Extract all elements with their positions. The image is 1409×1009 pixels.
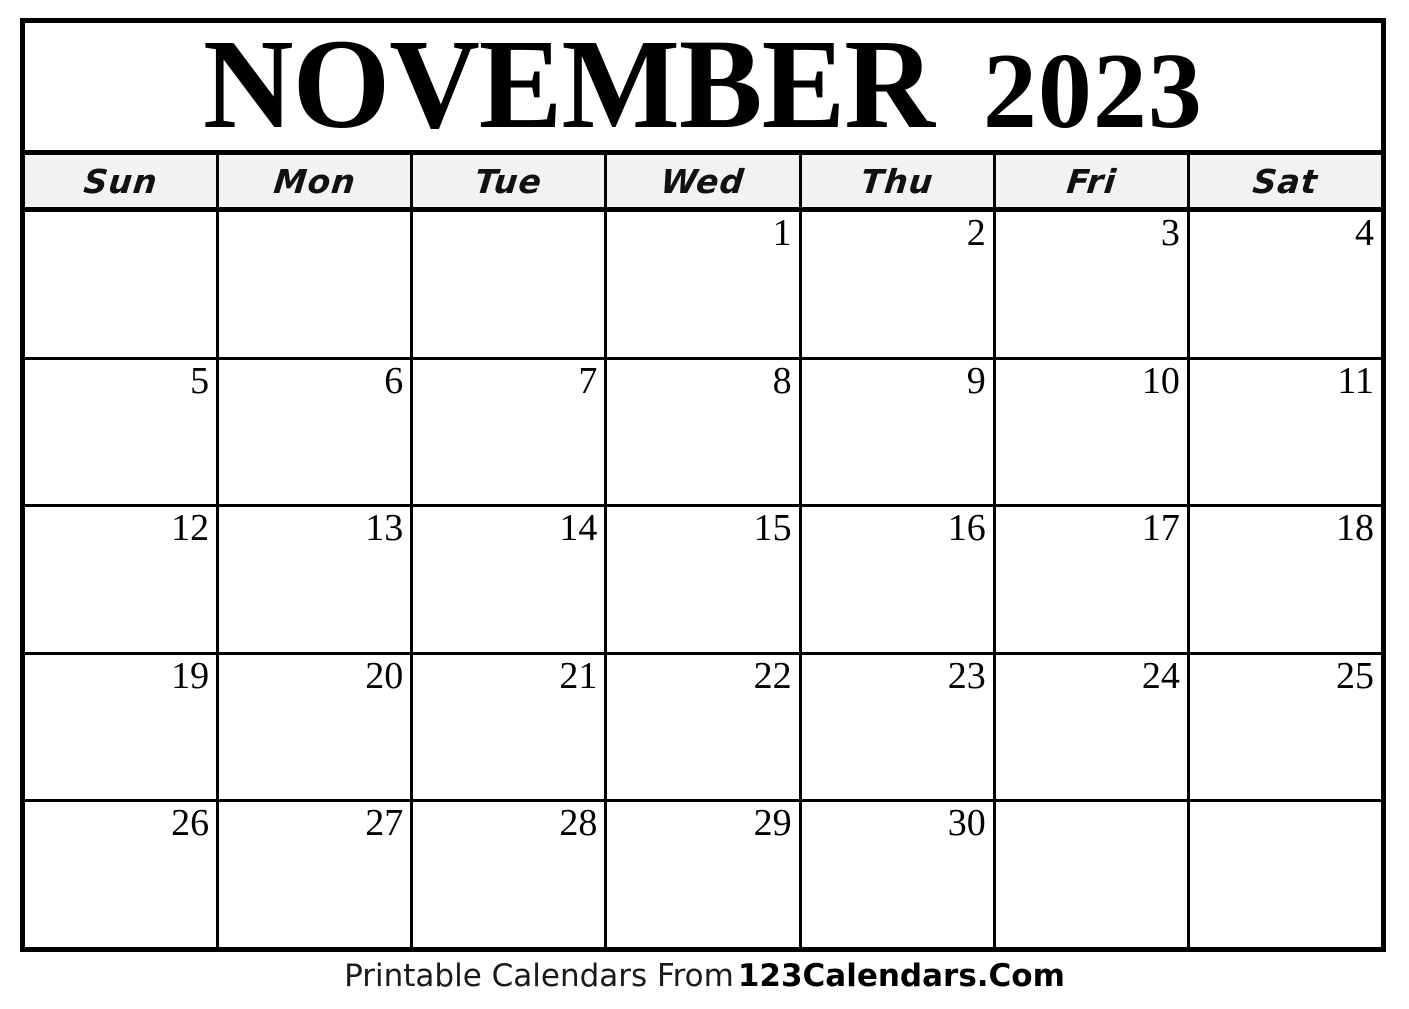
month-name: NOVEMBER bbox=[203, 23, 935, 155]
day-cell[interactable]: 11 bbox=[1189, 359, 1381, 505]
week-row: 19 20 21 22 23 24 25 bbox=[25, 654, 1381, 803]
day-cell[interactable]: 4 bbox=[1189, 212, 1381, 357]
day-number: 10 bbox=[1141, 359, 1180, 402]
day-cell[interactable] bbox=[25, 212, 220, 357]
day-cell[interactable]: 30 bbox=[801, 802, 996, 947]
day-cell[interactable]: 19 bbox=[25, 654, 220, 800]
footer: Printable Calendars From 123Calendars.Com bbox=[0, 958, 1409, 994]
weekday-label: Fri bbox=[1064, 161, 1119, 201]
week-row: 1 2 3 4 bbox=[25, 212, 1381, 360]
day-cell[interactable]: 18 bbox=[1189, 507, 1381, 652]
day-number: 5 bbox=[190, 359, 210, 402]
footer-brand-link[interactable]: 123Calendars.Com bbox=[738, 958, 1065, 994]
day-number: 26 bbox=[171, 802, 210, 845]
day-cell[interactable]: 27 bbox=[219, 802, 414, 947]
day-cell[interactable] bbox=[1189, 802, 1381, 947]
day-cell[interactable]: 29 bbox=[607, 802, 802, 947]
weekday-header-wed: Wed bbox=[607, 155, 802, 207]
day-number: 17 bbox=[1141, 507, 1180, 550]
day-cell[interactable]: 3 bbox=[995, 212, 1190, 357]
day-cell[interactable]: 7 bbox=[413, 359, 608, 505]
day-number: 3 bbox=[1160, 212, 1180, 254]
day-cell[interactable]: 26 bbox=[25, 802, 220, 947]
day-number: 23 bbox=[947, 654, 986, 697]
day-number: 8 bbox=[772, 359, 792, 402]
weekday-header-sun: Sun bbox=[25, 155, 220, 207]
weekday-header-mon: Mon bbox=[219, 155, 414, 207]
day-number: 12 bbox=[171, 507, 210, 550]
day-number: 15 bbox=[753, 507, 792, 550]
weekday-header-row: Sun Mon Tue Wed Thu Fri Sat bbox=[25, 155, 1381, 212]
day-cell[interactable] bbox=[413, 212, 608, 357]
calendar-page: NOVEMBER 2023 Sun Mon Tue Wed Thu Fri Sa… bbox=[0, 0, 1409, 1009]
day-cell[interactable] bbox=[219, 212, 414, 357]
day-number: 20 bbox=[365, 654, 404, 697]
day-number: 21 bbox=[559, 654, 598, 697]
weekday-label: Sun bbox=[81, 161, 160, 201]
day-cell[interactable]: 10 bbox=[995, 359, 1190, 505]
day-number: 2 bbox=[966, 212, 986, 254]
weekday-header-tue: Tue bbox=[413, 155, 608, 207]
weekday-header-thu: Thu bbox=[801, 155, 996, 207]
calendar-title-bar: NOVEMBER 2023 bbox=[25, 23, 1381, 155]
day-cell[interactable]: 21 bbox=[413, 654, 608, 800]
day-cell[interactable]: 15 bbox=[607, 507, 802, 652]
day-number: 16 bbox=[947, 507, 986, 550]
day-number: 28 bbox=[559, 802, 598, 845]
day-cell[interactable] bbox=[995, 802, 1190, 947]
weekday-label: Sat bbox=[1250, 161, 1320, 201]
day-number: 18 bbox=[1335, 507, 1374, 550]
day-cell[interactable]: 8 bbox=[607, 359, 802, 505]
day-number: 29 bbox=[753, 802, 792, 845]
day-cell[interactable]: 17 bbox=[995, 507, 1190, 652]
day-number: 11 bbox=[1337, 359, 1374, 402]
day-cell[interactable]: 16 bbox=[801, 507, 996, 652]
day-number: 25 bbox=[1335, 654, 1374, 697]
day-number: 24 bbox=[1141, 654, 1180, 697]
day-cell[interactable]: 23 bbox=[801, 654, 996, 800]
weekday-header-fri: Fri bbox=[995, 155, 1190, 207]
day-cell[interactable]: 25 bbox=[1189, 654, 1381, 800]
day-cell[interactable]: 14 bbox=[413, 507, 608, 652]
weekday-label: Wed bbox=[659, 161, 747, 201]
calendar-weeks: 1 2 3 4 5 6 7 8 9 10 11 12 13 14 15 16 1… bbox=[25, 212, 1381, 947]
week-row: 12 13 14 15 16 17 18 bbox=[25, 507, 1381, 655]
day-cell[interactable]: 20 bbox=[219, 654, 414, 800]
year-label: 2023 bbox=[982, 31, 1203, 151]
weekday-label: Thu bbox=[858, 161, 936, 201]
day-number: 1 bbox=[772, 212, 792, 254]
day-cell[interactable]: 1 bbox=[607, 212, 802, 357]
day-number: 22 bbox=[753, 654, 792, 697]
day-number: 7 bbox=[578, 359, 598, 402]
week-row: 5 6 7 8 9 10 11 bbox=[25, 359, 1381, 508]
week-row: 26 27 28 29 30 bbox=[25, 802, 1381, 947]
day-cell[interactable]: 5 bbox=[25, 359, 220, 505]
day-cell[interactable]: 24 bbox=[995, 654, 1190, 800]
weekday-header-sat: Sat bbox=[1189, 155, 1381, 207]
day-cell[interactable]: 2 bbox=[801, 212, 996, 357]
day-number: 27 bbox=[365, 802, 404, 845]
day-cell[interactable]: 22 bbox=[607, 654, 802, 800]
day-number: 19 bbox=[171, 654, 210, 697]
footer-text: Printable Calendars From bbox=[344, 958, 734, 994]
day-number: 14 bbox=[559, 507, 598, 550]
day-cell[interactable]: 28 bbox=[413, 802, 608, 947]
weekday-label: Tue bbox=[473, 161, 545, 201]
day-number: 13 bbox=[365, 507, 404, 550]
day-cell[interactable]: 13 bbox=[219, 507, 414, 652]
day-cell[interactable]: 12 bbox=[25, 507, 220, 652]
weekday-label: Mon bbox=[271, 161, 358, 201]
day-number: 6 bbox=[384, 359, 404, 402]
calendar-container: NOVEMBER 2023 Sun Mon Tue Wed Thu Fri Sa… bbox=[20, 18, 1386, 952]
day-cell[interactable]: 6 bbox=[219, 359, 414, 505]
day-number: 4 bbox=[1354, 212, 1374, 254]
day-number: 9 bbox=[966, 359, 986, 402]
calendar-title: NOVEMBER 2023 bbox=[203, 23, 1203, 155]
day-cell[interactable]: 9 bbox=[801, 359, 996, 505]
day-number: 30 bbox=[947, 802, 986, 845]
